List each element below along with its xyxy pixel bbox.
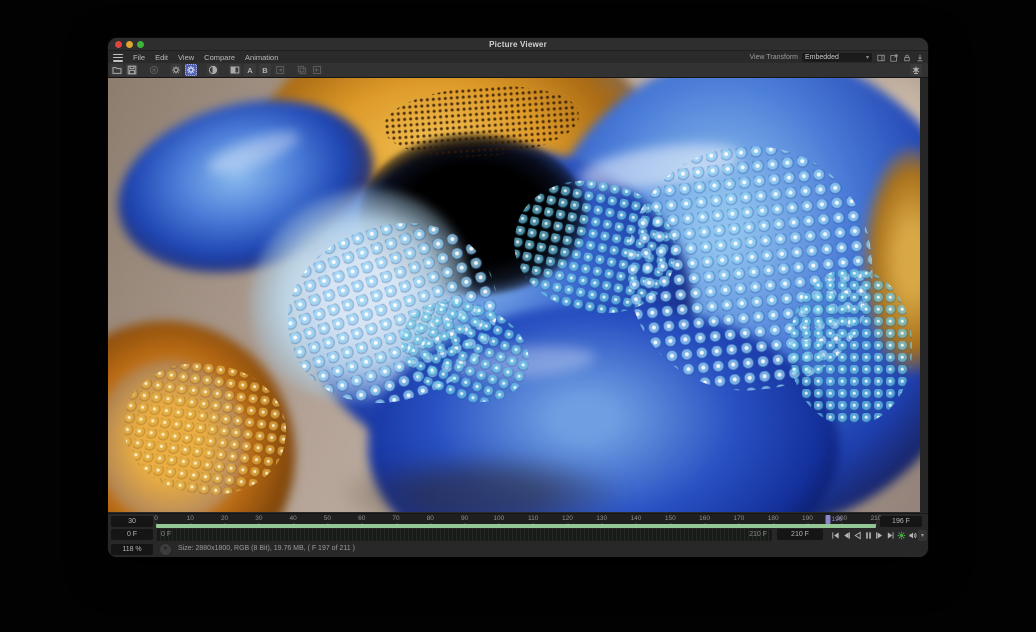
titlebar: Picture Viewer <box>108 38 928 51</box>
ruler-tick-label: 140 <box>631 515 642 522</box>
ruler-tick-label: 80 <box>427 515 434 522</box>
goto-start-button[interactable] <box>830 530 840 541</box>
ruler-tick-label: 100 <box>493 515 504 522</box>
viewport-side-gap <box>920 78 928 512</box>
lock-icon[interactable] <box>902 53 911 62</box>
hamburger-menu-icon[interactable] <box>113 54 123 62</box>
ruler-tick-label: 180 <box>768 515 779 522</box>
contrast-icon[interactable] <box>207 64 219 76</box>
copy-version-icon <box>296 64 308 76</box>
zoom-level-field[interactable]: 118 % <box>111 544 153 555</box>
transport-controls: ▾ <box>830 529 927 541</box>
pause-button[interactable] <box>863 530 873 541</box>
open-external-icon[interactable] <box>889 53 898 62</box>
step-backward-button[interactable] <box>841 530 851 541</box>
ruler-tick-label: 70 <box>392 515 399 522</box>
view-transform-select[interactable]: Embedded ▾ <box>802 53 872 62</box>
ruler-tick-label: 30 <box>255 515 262 522</box>
ab-split-icon[interactable] <box>229 64 241 76</box>
dock-icon[interactable] <box>915 53 924 62</box>
ruler-tick-label: 120 <box>562 515 573 522</box>
ruler-tick-label: 130 <box>596 515 607 522</box>
settings-gear-icon[interactable] <box>170 64 182 76</box>
menu-file[interactable]: File <box>133 53 145 62</box>
frame-rate-field[interactable]: 30 <box>111 516 153 527</box>
range-bar-start-label: 0 F <box>161 531 171 538</box>
image-info-text: Size: 2880x1800, RGB (8 Bit), 19.76 MB, … <box>178 545 355 552</box>
window-title: Picture Viewer <box>108 40 928 49</box>
open-file-icon[interactable] <box>111 64 123 76</box>
range-bar-end-label: 210 F <box>749 531 767 538</box>
ruler-tick-label: 190 <box>802 515 813 522</box>
filter-gear-icon[interactable] <box>185 64 197 76</box>
menu-compare[interactable]: Compare <box>204 53 235 62</box>
ruler-tick-label: 150 <box>665 515 676 522</box>
statusbar: 118 % ▾ Size: 2880x1800, RGB (8 Bit), 19… <box>108 542 928 557</box>
ruler-tick-label: 110 <box>528 515 538 522</box>
play-forward-button[interactable] <box>874 530 884 541</box>
range-slider[interactable]: 0 F 210 F <box>156 529 772 541</box>
save-icon[interactable] <box>126 64 138 76</box>
playhead[interactable]: 196 <box>826 515 831 524</box>
remove-icon <box>148 64 160 76</box>
transport-options-chevron-icon[interactable]: ▾ <box>918 530 927 541</box>
paste-version-icon <box>311 64 323 76</box>
image-viewport[interactable] <box>108 78 920 512</box>
ruler-tick-label: 160 <box>699 515 710 522</box>
sound-icon[interactable] <box>907 530 917 541</box>
version-a-button[interactable]: A <box>244 64 256 76</box>
loop-playback-icon[interactable] <box>896 530 906 541</box>
timeline-range-row: 0 F 0 F 210 F 210 F ▾ <box>108 528 928 542</box>
timeline-ruler-row: 30 2102001901801701601501401301201101009… <box>108 513 928 528</box>
menu-edit[interactable]: Edit <box>155 53 168 62</box>
menu-view[interactable]: View <box>178 53 194 62</box>
picture-viewer-window: Picture Viewer File Edit View Compare An… <box>108 38 928 557</box>
view-transform-label: View Transform <box>750 54 799 61</box>
ruler-tick-label: 170 <box>733 515 744 522</box>
artwork-bubbles <box>790 269 912 425</box>
version-b-button[interactable]: B <box>259 64 271 76</box>
timeline-ruler[interactable]: 2102001901801701601501401301201101009080… <box>156 514 876 529</box>
view-transform-value: Embedded <box>805 54 866 61</box>
layout-panel-icon[interactable] <box>876 53 885 62</box>
assign-version-icon <box>274 64 286 76</box>
ruler-tick-label: 0 <box>154 515 158 522</box>
chevron-down-icon: ▾ <box>866 55 869 61</box>
goto-end-button[interactable] <box>885 530 895 541</box>
toolbar: A B <box>108 63 928 78</box>
menu-animation[interactable]: Animation <box>245 53 278 62</box>
ruler-tick-label: 20 <box>221 515 228 522</box>
zoom-dropdown-button[interactable]: ▾ <box>160 544 171 555</box>
range-end-field[interactable]: 210 F <box>777 529 823 540</box>
play-backward-button[interactable] <box>852 530 862 541</box>
ruler-tick-label: 40 <box>290 515 297 522</box>
playhead-label: 196 <box>832 516 843 523</box>
current-frame-field[interactable]: 196 F <box>880 516 922 527</box>
menubar: File Edit View Compare Animation View Tr… <box>108 52 928 63</box>
range-start-field[interactable]: 0 F <box>111 529 153 540</box>
ruler-tick-label: 90 <box>461 515 468 522</box>
render-filter-icon[interactable] <box>910 64 922 76</box>
ruler-tick-label: 10 <box>187 515 194 522</box>
ruler-tick-label: 50 <box>324 515 331 522</box>
ruler-tick-label: 60 <box>358 515 365 522</box>
